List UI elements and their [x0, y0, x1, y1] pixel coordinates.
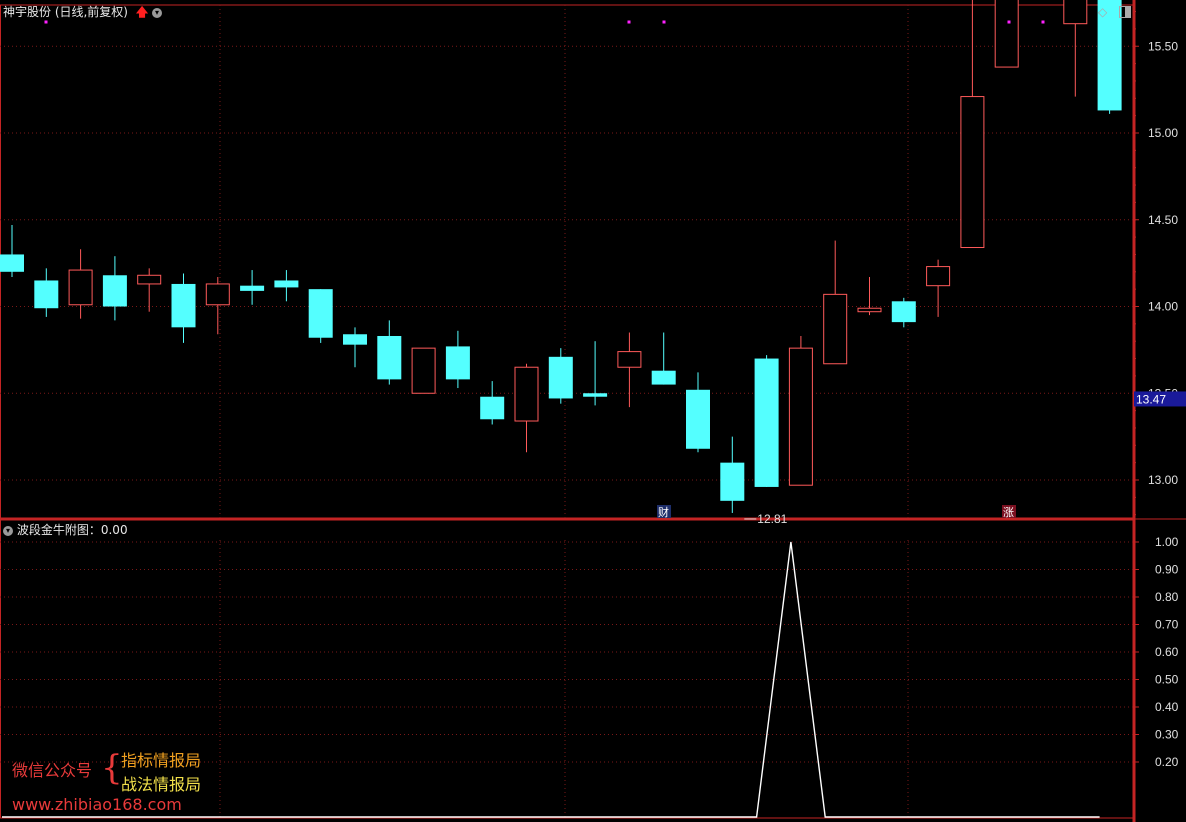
- indicator-tick-label: 0.60: [1155, 645, 1179, 659]
- signal-dot: [627, 20, 631, 24]
- finance-marker: 财: [658, 505, 669, 519]
- chart-window: 18.2612.81⇩财涨 13.0013.5014.0014.5015.001…: [0, 0, 1186, 822]
- candle-body-down: [171, 283, 196, 328]
- candle-body-up: [994, 0, 1019, 68]
- candle-body-down: [377, 335, 402, 380]
- candle-body-up: [68, 269, 93, 306]
- watermark-line2: 战法情报局: [121, 775, 202, 794]
- indicator-tick-label: 0.30: [1155, 728, 1179, 742]
- indicator-tick-label: 0.20: [1155, 755, 1179, 769]
- candle-body-up: [960, 96, 985, 249]
- candle-body-up: [823, 293, 848, 365]
- candle-body-down: [0, 254, 24, 272]
- diamond-icon[interactable]: ◇: [1098, 5, 1107, 19]
- candle-body-up: [411, 347, 436, 394]
- window-toggle-icon[interactable]: [1119, 6, 1131, 18]
- price-tick-label: 13.00: [1148, 473, 1178, 487]
- indicator-tick-label: 0.50: [1155, 673, 1179, 687]
- candle-body-down: [308, 289, 333, 338]
- candle-body-up: [1063, 0, 1088, 25]
- indicator-tick-label: 1.00: [1155, 535, 1179, 549]
- candle-body-down: [102, 275, 127, 307]
- candle-body-up: [137, 274, 162, 285]
- indicator-tick-label: 0.40: [1155, 700, 1179, 714]
- rise-marker: 涨: [1003, 506, 1014, 519]
- candle-body-up: [788, 347, 813, 486]
- watermark-url: www.zhibiao168.com: [12, 795, 182, 814]
- subchart-header: ▾ 波段金牛附图：0.00: [3, 521, 128, 538]
- price-tick-label: 14.00: [1148, 300, 1178, 314]
- indicator-tick-label: 0.90: [1155, 563, 1179, 577]
- candle-body-down: [445, 346, 470, 380]
- candle-body-up: [617, 351, 642, 368]
- candle-body-down: [583, 393, 608, 397]
- price-tick-label: 14.50: [1148, 213, 1178, 227]
- main-panel-border: [0, 4, 1134, 519]
- chart-header: 神宇股份 (日线,前复权) 🡅 ▾: [3, 3, 162, 24]
- candle-body-down: [34, 280, 59, 309]
- indicator-tick-label: 0.80: [1155, 590, 1179, 604]
- up-arrow-icon[interactable]: 🡅: [136, 5, 148, 19]
- candle-body-down: [480, 396, 505, 420]
- signal-dot: [1007, 20, 1011, 24]
- candle-body-down: [754, 358, 779, 487]
- candle-body-down: [651, 370, 676, 385]
- candle-body-down: [720, 462, 745, 501]
- indicator-name: 波段金牛附图: [16, 523, 89, 537]
- candle-body-up: [514, 366, 539, 422]
- price-tick-label: 15.50: [1148, 39, 1178, 53]
- candle-body-down: [240, 285, 265, 291]
- candle-body-up: [205, 283, 230, 306]
- indicator-value: 0.00: [100, 523, 128, 537]
- chevron-down-icon[interactable]: ▾: [152, 7, 162, 18]
- indicator-tick-label: 0.70: [1155, 618, 1179, 632]
- candle-body-down: [686, 389, 710, 449]
- signal-dot: [662, 20, 666, 24]
- candle-body-down: [343, 334, 367, 345]
- candle-body-down: [891, 301, 916, 323]
- candle-body-down: [548, 356, 573, 399]
- candle-body-up: [926, 266, 951, 287]
- current-price-label: 13.47: [1136, 392, 1166, 406]
- low-price-label: 12.81: [757, 512, 787, 526]
- watermark-label: 微信公众号: [12, 761, 93, 780]
- candle-body-up: [857, 307, 882, 313]
- kline-chart-canvas: 18.2612.81⇩财涨 13.0013.5014.0014.5015.001…: [0, 0, 1186, 822]
- chevron-down-icon[interactable]: ▾: [3, 525, 13, 536]
- stock-title: 神宇股份 (日线,前复权): [3, 5, 128, 19]
- watermark-line1: 指标情报局: [121, 751, 202, 770]
- price-tick-label: 15.00: [1148, 126, 1178, 140]
- candle-body-down: [274, 280, 299, 288]
- signal-dot: [1041, 20, 1045, 24]
- brace-icon: {: [101, 748, 123, 788]
